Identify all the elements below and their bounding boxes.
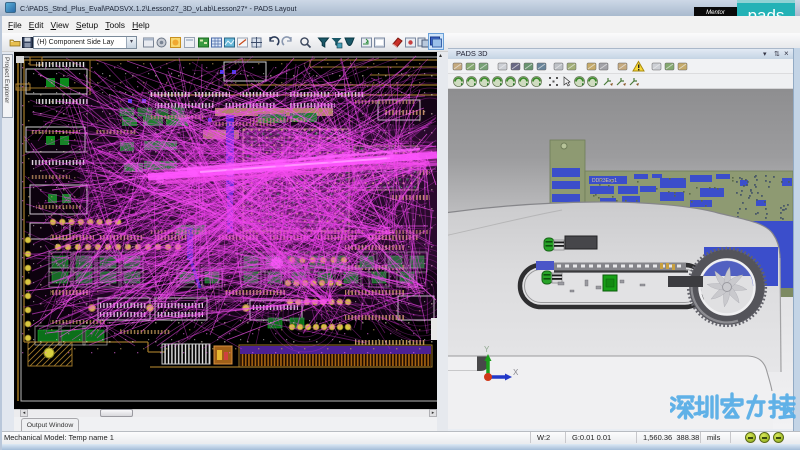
svg-text:Y: Y xyxy=(484,345,490,354)
svg-text:DDR3Exp1: DDR3Exp1 xyxy=(592,178,617,184)
svg-text:X: X xyxy=(513,368,519,377)
